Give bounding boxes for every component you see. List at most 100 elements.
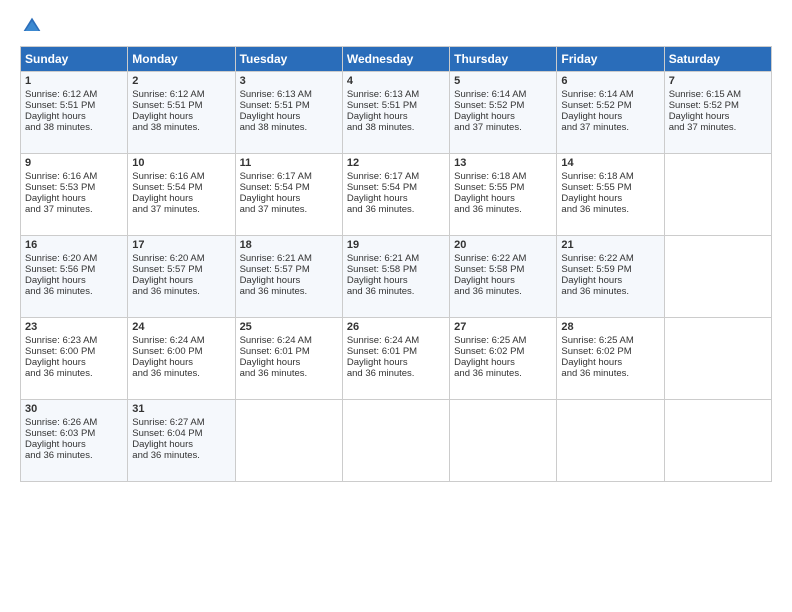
daylight-detail: and 36 minutes. xyxy=(561,204,659,215)
daylight-detail: and 36 minutes. xyxy=(347,204,445,215)
sunrise-text: Sunrise: 6:22 AM xyxy=(561,253,659,264)
day-number: 25 xyxy=(240,321,338,333)
daylight-detail: and 36 minutes. xyxy=(240,368,338,379)
calendar-cell xyxy=(664,400,771,482)
sunset-text: Sunset: 6:01 PM xyxy=(240,346,338,357)
sunset-text: Sunset: 5:51 PM xyxy=(132,100,230,111)
sunset-text: Sunset: 5:55 PM xyxy=(561,182,659,193)
sunrise-text: Sunrise: 6:12 AM xyxy=(25,89,123,100)
calendar-cell: 11Sunrise: 6:17 AMSunset: 5:54 PMDayligh… xyxy=(235,154,342,236)
daylight-detail: and 36 minutes. xyxy=(132,450,230,461)
daylight-text: Daylight hours xyxy=(561,111,659,122)
day-number: 11 xyxy=(240,157,338,169)
sunrise-text: Sunrise: 6:17 AM xyxy=(240,171,338,182)
calendar-cell: 2Sunrise: 6:12 AMSunset: 5:51 PMDaylight… xyxy=(128,72,235,154)
calendar-cell: 19Sunrise: 6:21 AMSunset: 5:58 PMDayligh… xyxy=(342,236,449,318)
sunrise-text: Sunrise: 6:27 AM xyxy=(132,417,230,428)
calendar-cell: 1Sunrise: 6:12 AMSunset: 5:51 PMDaylight… xyxy=(21,72,128,154)
sunset-text: Sunset: 6:00 PM xyxy=(132,346,230,357)
calendar-cell: 14Sunrise: 6:18 AMSunset: 5:55 PMDayligh… xyxy=(557,154,664,236)
calendar-cell: 12Sunrise: 6:17 AMSunset: 5:54 PMDayligh… xyxy=(342,154,449,236)
sunrise-text: Sunrise: 6:18 AM xyxy=(561,171,659,182)
daylight-detail: and 36 minutes. xyxy=(561,368,659,379)
daylight-text: Daylight hours xyxy=(25,357,123,368)
sunrise-text: Sunrise: 6:16 AM xyxy=(132,171,230,182)
daylight-text: Daylight hours xyxy=(132,439,230,450)
sunrise-text: Sunrise: 6:16 AM xyxy=(25,171,123,182)
calendar-cell: 23Sunrise: 6:23 AMSunset: 6:00 PMDayligh… xyxy=(21,318,128,400)
calendar-cell: 13Sunrise: 6:18 AMSunset: 5:55 PMDayligh… xyxy=(450,154,557,236)
daylight-detail: and 38 minutes. xyxy=(25,122,123,133)
daylight-text: Daylight hours xyxy=(132,275,230,286)
calendar-week-row: 23Sunrise: 6:23 AMSunset: 6:00 PMDayligh… xyxy=(21,318,772,400)
sunset-text: Sunset: 5:58 PM xyxy=(347,264,445,275)
calendar-cell: 9Sunrise: 6:16 AMSunset: 5:53 PMDaylight… xyxy=(21,154,128,236)
day-number: 2 xyxy=(132,75,230,87)
sunset-text: Sunset: 5:59 PM xyxy=(561,264,659,275)
day-number: 1 xyxy=(25,75,123,87)
sunset-text: Sunset: 5:57 PM xyxy=(132,264,230,275)
calendar-week-row: 30Sunrise: 6:26 AMSunset: 6:03 PMDayligh… xyxy=(21,400,772,482)
sunset-text: Sunset: 6:04 PM xyxy=(132,428,230,439)
logo-area xyxy=(20,16,46,36)
daylight-detail: and 37 minutes. xyxy=(132,204,230,215)
calendar-cell: 28Sunrise: 6:25 AMSunset: 6:02 PMDayligh… xyxy=(557,318,664,400)
sunrise-text: Sunrise: 6:25 AM xyxy=(561,335,659,346)
daylight-text: Daylight hours xyxy=(347,193,445,204)
calendar-cell: 4Sunrise: 6:13 AMSunset: 5:51 PMDaylight… xyxy=(342,72,449,154)
calendar-table: SundayMondayTuesdayWednesdayThursdayFrid… xyxy=(20,46,772,482)
calendar-cell xyxy=(450,400,557,482)
daylight-detail: and 36 minutes. xyxy=(132,286,230,297)
calendar-cell: 26Sunrise: 6:24 AMSunset: 6:01 PMDayligh… xyxy=(342,318,449,400)
day-header-wednesday: Wednesday xyxy=(342,47,449,72)
day-header-tuesday: Tuesday xyxy=(235,47,342,72)
sunset-text: Sunset: 5:54 PM xyxy=(347,182,445,193)
day-header-monday: Monday xyxy=(128,47,235,72)
day-number: 5 xyxy=(454,75,552,87)
logo-icon xyxy=(22,16,42,36)
daylight-detail: and 37 minutes. xyxy=(240,204,338,215)
day-number: 6 xyxy=(561,75,659,87)
sunrise-text: Sunrise: 6:14 AM xyxy=(454,89,552,100)
sunrise-text: Sunrise: 6:13 AM xyxy=(347,89,445,100)
calendar-cell xyxy=(664,318,771,400)
day-number: 20 xyxy=(454,239,552,251)
calendar-cell: 6Sunrise: 6:14 AMSunset: 5:52 PMDaylight… xyxy=(557,72,664,154)
sunrise-text: Sunrise: 6:22 AM xyxy=(454,253,552,264)
sunrise-text: Sunrise: 6:24 AM xyxy=(347,335,445,346)
calendar-cell: 18Sunrise: 6:21 AMSunset: 5:57 PMDayligh… xyxy=(235,236,342,318)
day-number: 19 xyxy=(347,239,445,251)
calendar-cell: 16Sunrise: 6:20 AMSunset: 5:56 PMDayligh… xyxy=(21,236,128,318)
sunset-text: Sunset: 5:53 PM xyxy=(25,182,123,193)
calendar-cell: 25Sunrise: 6:24 AMSunset: 6:01 PMDayligh… xyxy=(235,318,342,400)
day-number: 10 xyxy=(132,157,230,169)
day-number: 4 xyxy=(347,75,445,87)
sunrise-text: Sunrise: 6:23 AM xyxy=(25,335,123,346)
calendar-cell: 20Sunrise: 6:22 AMSunset: 5:58 PMDayligh… xyxy=(450,236,557,318)
daylight-text: Daylight hours xyxy=(347,111,445,122)
calendar-cell: 31Sunrise: 6:27 AMSunset: 6:04 PMDayligh… xyxy=(128,400,235,482)
day-number: 7 xyxy=(669,75,767,87)
day-header-sunday: Sunday xyxy=(21,47,128,72)
daylight-detail: and 36 minutes. xyxy=(25,450,123,461)
daylight-text: Daylight hours xyxy=(240,193,338,204)
day-number: 24 xyxy=(132,321,230,333)
daylight-text: Daylight hours xyxy=(25,193,123,204)
sunset-text: Sunset: 5:51 PM xyxy=(240,100,338,111)
sunrise-text: Sunrise: 6:26 AM xyxy=(25,417,123,428)
daylight-detail: and 37 minutes. xyxy=(454,122,552,133)
day-number: 14 xyxy=(561,157,659,169)
daylight-detail: and 36 minutes. xyxy=(25,286,123,297)
calendar-cell: 3Sunrise: 6:13 AMSunset: 5:51 PMDaylight… xyxy=(235,72,342,154)
calendar-cell: 27Sunrise: 6:25 AMSunset: 6:02 PMDayligh… xyxy=(450,318,557,400)
daylight-text: Daylight hours xyxy=(240,111,338,122)
daylight-detail: and 38 minutes. xyxy=(132,122,230,133)
logo xyxy=(20,16,46,36)
day-number: 30 xyxy=(25,403,123,415)
sunrise-text: Sunrise: 6:13 AM xyxy=(240,89,338,100)
sunrise-text: Sunrise: 6:21 AM xyxy=(240,253,338,264)
sunset-text: Sunset: 5:57 PM xyxy=(240,264,338,275)
sunset-text: Sunset: 5:55 PM xyxy=(454,182,552,193)
sunset-text: Sunset: 6:01 PM xyxy=(347,346,445,357)
day-number: 13 xyxy=(454,157,552,169)
